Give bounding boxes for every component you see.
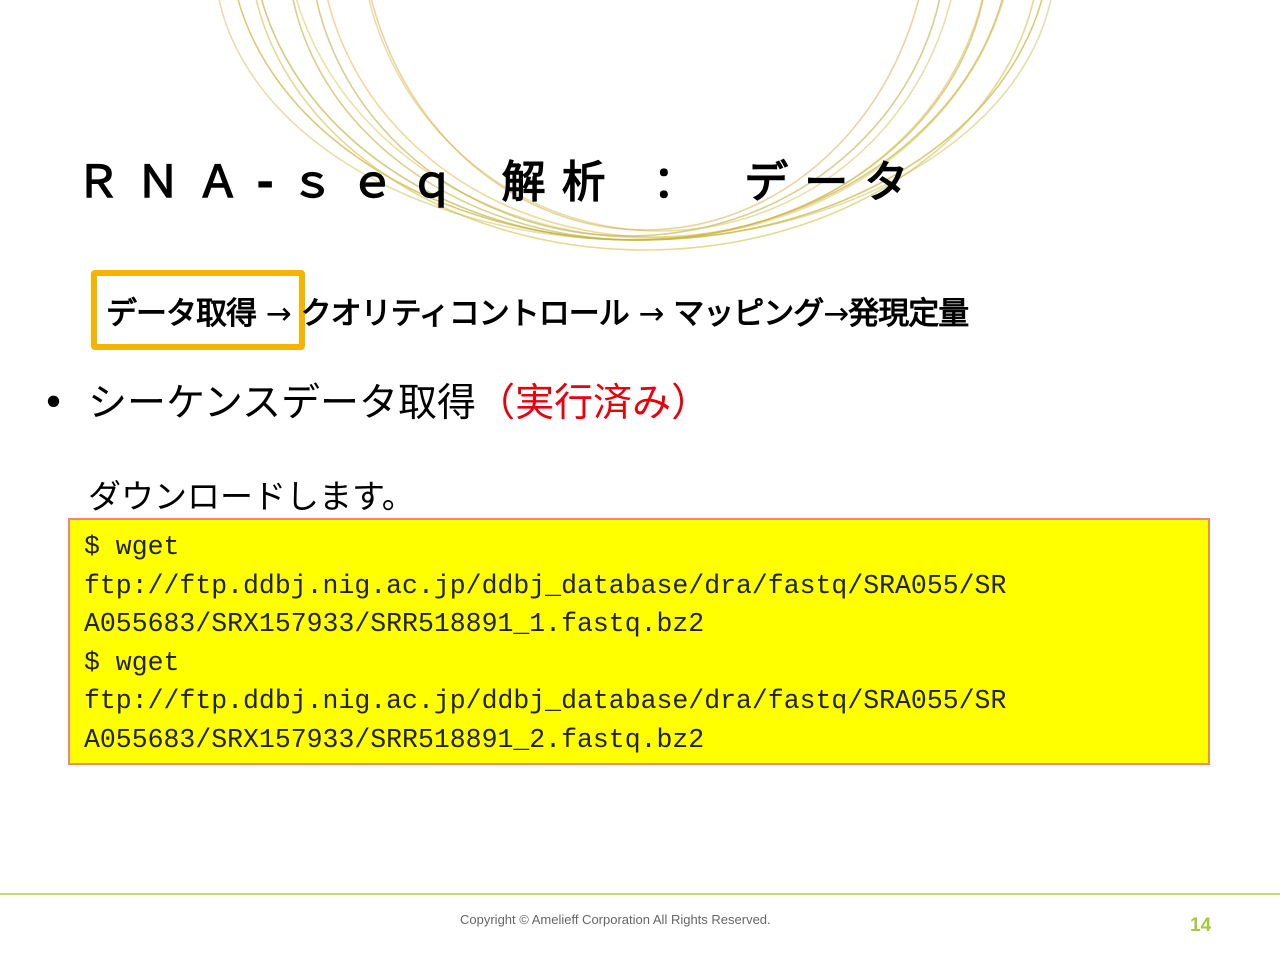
code-line: A055683/SRX157933/SRR518891_1.fastq.bz2 [84,609,705,639]
flow-step-mapping: マッピング [673,296,824,332]
code-line: A055683/SRX157933/SRR518891_2.fastq.bz2 [84,724,705,755]
flow-step-expression-quantification: 発現定量 [848,296,969,332]
slide-title: ＲＮＡ-ｓｅｑ 解析 ： データ [76,157,925,208]
bullet-text: シーケンスデータ取得 [88,381,477,426]
flow-arrow-2: → [638,296,665,332]
page-number: 14 [1190,915,1212,936]
footer-divider [0,893,1280,895]
code-line: $ wget [84,647,180,678]
bullet-dot-icon: • [42,381,66,426]
code-line: $ wget [84,532,180,562]
bullet-item: • シーケンスデータ取得（実行済み） [42,372,710,428]
copyright-notice: Copyright © Amelieff Corporation All Rig… [460,912,771,927]
flow-step-quality-control: クオリティコントロール [300,296,630,332]
code-line: ftp://ftp.ddbj.nig.ac.jp/ddbj_database/d… [84,686,1007,716]
download-instruction: ダウンロードします。 [88,477,415,516]
bullet-status: （実行済み） [476,381,711,426]
flow-arrow-3: → [823,296,849,332]
code-line: ftp://ftp.ddbj.nig.ac.jp/ddbj_database/d… [84,570,1007,601]
flow-arrow-1: → [265,296,292,332]
flow-step-data-acquisition: データ取得 [106,296,257,332]
command-code-block: $ wget ftp://ftp.ddbj.nig.ac.jp/ddbj_dat… [68,518,1210,765]
pipeline-flow: データ取得 → クオリティコントロール → マッピング→発現定量 [106,288,969,333]
